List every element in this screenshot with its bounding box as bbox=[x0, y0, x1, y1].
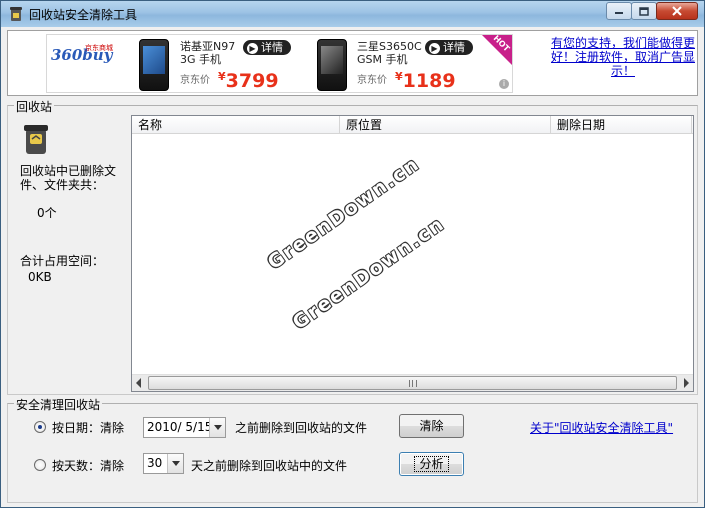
by-days-suffix: 天之前删除到回收站中的文件 bbox=[191, 459, 348, 473]
product-name-1: 诺基亚N97 3G 手机 bbox=[180, 40, 236, 66]
recycle-bin-icon bbox=[10, 7, 22, 21]
scroll-thumb[interactable] bbox=[148, 376, 677, 390]
maximize-button[interactable] bbox=[631, 2, 657, 20]
deleted-items-count: 0个 bbox=[37, 206, 57, 220]
minimize-button[interactable] bbox=[606, 2, 632, 20]
price-2: ¥1189 bbox=[395, 70, 456, 92]
phone-image-s3650c bbox=[317, 39, 347, 91]
product-name-2: 三星S3650C GSM 手机 bbox=[357, 40, 422, 66]
jd-logo: 360buy 京东商城 bbox=[51, 44, 113, 64]
app-window: 回收站安全清除工具 360buy 京东商城 诺基亚N973G 手机 ▶详情 bbox=[0, 0, 705, 508]
chevron-down-icon[interactable] bbox=[209, 418, 225, 437]
space-used-label: 合计占用空间： bbox=[20, 254, 105, 268]
horizontal-scrollbar[interactable] bbox=[132, 374, 693, 391]
scroll-right-icon[interactable] bbox=[684, 378, 689, 388]
analyze-button[interactable]: 分析 bbox=[399, 452, 464, 476]
days-select[interactable]: 30 bbox=[143, 453, 184, 474]
about-link[interactable]: 关于"回收站安全清除工具" bbox=[530, 419, 673, 436]
by-date-radio[interactable] bbox=[34, 421, 46, 433]
price-label-1: 京东价 bbox=[180, 75, 210, 86]
clean-group-title: 安全清理回收站 bbox=[14, 396, 103, 413]
detail-button-2[interactable]: ▶ 详情 bbox=[425, 40, 473, 55]
phone-image-n97 bbox=[139, 39, 169, 91]
column-header-date[interactable]: 删除日期 bbox=[551, 116, 692, 134]
window-title: 回收站安全清除工具 bbox=[29, 8, 138, 22]
close-icon bbox=[672, 6, 682, 16]
minimize-icon bbox=[615, 12, 623, 14]
date-picker[interactable]: 2010/ 5/15 bbox=[143, 417, 226, 438]
by-date-label: 按日期：清除 bbox=[52, 421, 125, 435]
title-bar[interactable]: 回收站安全清除工具 bbox=[1, 1, 704, 27]
ad-banner[interactable]: 360buy 京东商城 诺基亚N97 3G 手机 ▶ 详情 京东价 ¥3799 三星… bbox=[46, 34, 513, 93]
price-1: ¥3799 bbox=[218, 70, 279, 92]
file-list[interactable]: 名称 原位置 删除日期 GreenDown.cn GreenDown.cn bbox=[131, 115, 694, 392]
by-date-suffix: 之前删除到回收站的文件 bbox=[235, 421, 368, 435]
list-header: 名称 原位置 删除日期 bbox=[132, 116, 693, 134]
clear-button[interactable]: 清除 bbox=[399, 414, 464, 438]
ad-info-icon[interactable]: i bbox=[499, 79, 509, 89]
recycle-bin-icon bbox=[24, 125, 48, 154]
recycle-group-title: 回收站 bbox=[14, 98, 55, 115]
close-button[interactable] bbox=[656, 2, 698, 20]
by-days-label: 按天数：清除 bbox=[52, 459, 125, 473]
window-controls bbox=[606, 2, 698, 20]
chevron-down-icon[interactable] bbox=[167, 454, 183, 473]
space-used-value: 0KB bbox=[28, 270, 52, 284]
register-link[interactable]: 有您的支持，我们能做得更好！注册软件，取消广告显示！ bbox=[550, 36, 696, 78]
deleted-items-label: 回收站中已删除文件、文件夹共： bbox=[20, 164, 117, 192]
column-header-name[interactable]: 名称 bbox=[132, 116, 340, 134]
column-header-location[interactable]: 原位置 bbox=[340, 116, 551, 134]
maximize-icon bbox=[639, 6, 649, 16]
detail-button-1[interactable]: ▶ 详情 bbox=[243, 40, 291, 55]
ad-bar: 360buy 京东商城 诺基亚N97 3G 手机 ▶ 详情 京东价 ¥3799 三星… bbox=[7, 30, 698, 96]
price-label-2: 京东价 bbox=[357, 75, 387, 86]
scroll-left-icon[interactable] bbox=[136, 378, 141, 388]
by-days-radio[interactable] bbox=[34, 459, 46, 471]
clean-group: 安全清理回收站 bbox=[7, 396, 698, 503]
